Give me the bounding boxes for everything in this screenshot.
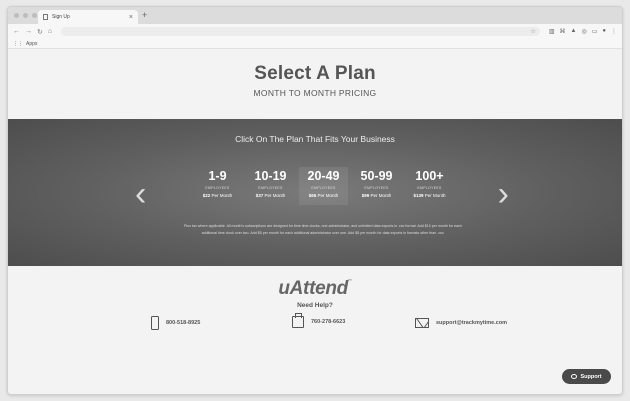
support-email: support@trackmytime.com [436, 320, 508, 326]
plan-list: 1-9 EMPLOYEES $22 Per Month 10-19 EMPLOY… [193, 167, 454, 205]
plan-price: $65 Per Month [308, 193, 339, 198]
plan-card-50-99[interactable]: 50-99 EMPLOYEES $99 Per Month [352, 167, 401, 205]
plan-card-20-49[interactable]: 20-49 EMPLOYEES $65 Per Month [299, 167, 348, 205]
extension-icon[interactable]: ▭ [592, 28, 598, 35]
browser-window: Sign Up × + ← → ↻ ⌂ ☆ ▥ ⌘ ▲ ◎ ▭ ● ⋮ ⋮⋮ A… [7, 6, 623, 395]
extension-icon[interactable]: ◎ [581, 28, 586, 35]
window-controls [14, 13, 37, 18]
tab-close-icon[interactable]: × [129, 14, 133, 21]
plan-range: 50-99 [360, 169, 393, 183]
tab-bar: Sign Up × + [8, 7, 622, 24]
hero-section: Select A Plan MONTH TO MONTH PRICING [8, 49, 622, 119]
plan-range: 1-9 [208, 169, 227, 183]
reload-icon[interactable]: ↻ [37, 28, 43, 36]
next-arrow-icon[interactable]: › [498, 177, 509, 211]
envelope-icon [415, 318, 429, 328]
contact-phone[interactable]: 800-518-8925 [151, 316, 200, 330]
close-window-dot[interactable] [14, 13, 19, 18]
page-subtitle: MONTH TO MONTH PRICING [253, 88, 377, 98]
contact-row: 800-518-8925 760-278-6623 support@trackm… [8, 313, 622, 336]
new-tab-button[interactable]: + [142, 11, 147, 20]
page-content: Select A Plan MONTH TO MONTH PRICING Cli… [8, 49, 622, 394]
phone-icon [151, 316, 159, 330]
tab-title: Sign Up [52, 14, 70, 20]
previous-arrow-icon[interactable]: ‹ [135, 177, 146, 211]
page-icon [43, 14, 48, 20]
maximize-window-dot[interactable] [32, 13, 37, 18]
plan-employees-label: EMPLOYEES [417, 186, 442, 190]
contact-email[interactable]: support@trackmytime.com [415, 318, 507, 328]
phone-number: 800-518-8925 [166, 320, 201, 326]
apps-grid-icon: ⋮⋮ [13, 40, 23, 47]
plan-price: $37 Per Month [255, 193, 286, 198]
minimize-window-dot[interactable] [23, 13, 28, 18]
plan-card-10-19[interactable]: 10-19 EMPLOYEES $37 Per Month [246, 167, 295, 205]
page-title: Select A Plan [254, 63, 376, 84]
plans-band: Click On The Plan That Fits Your Busines… [8, 119, 622, 266]
plan-employees-label: EMPLOYEES [258, 186, 283, 190]
plan-card-1-9[interactable]: 1-9 EMPLOYEES $22 Per Month [193, 167, 242, 205]
plan-employees-label: EMPLOYEES [205, 186, 230, 190]
fax-icon [292, 313, 304, 328]
support-button[interactable]: Support [562, 369, 611, 384]
extension-icon[interactable]: ▲ [571, 28, 577, 35]
extension-icon[interactable]: ⌘ [560, 28, 566, 35]
need-help-heading: Need Help? [297, 302, 333, 309]
profile-icon[interactable]: ● [602, 28, 606, 35]
fax-number: 760-278-6623 [311, 319, 346, 325]
plan-price: $139 Per Month [413, 193, 446, 198]
plan-card-100-plus[interactable]: 100+ EMPLOYEES $139 Per Month [405, 167, 454, 205]
plans-prompt: Click On The Plan That Fits Your Busines… [235, 134, 395, 144]
back-icon[interactable]: ← [13, 28, 20, 35]
bookmark-star-icon[interactable]: ☆ [530, 28, 535, 35]
bookmark-apps[interactable]: Apps [26, 41, 37, 47]
bookmarks-bar: ⋮⋮ Apps [8, 39, 622, 49]
plan-price: $99 Per Month [361, 193, 392, 198]
menu-icon[interactable]: ⋮ [611, 28, 617, 35]
forward-icon[interactable]: → [25, 28, 32, 35]
contact-footer: uAttend™ Need Help? 800-518-8925 760-278… [8, 266, 622, 394]
extension-icon[interactable]: ▥ [549, 28, 555, 35]
extension-icons: ▥ ⌘ ▲ ◎ ▭ ● ⋮ [549, 28, 617, 35]
plan-range: 100+ [415, 169, 444, 183]
home-icon[interactable]: ⌂ [48, 28, 52, 35]
browser-toolbar: ← → ↻ ⌂ ☆ ▥ ⌘ ▲ ◎ ▭ ● ⋮ [8, 24, 622, 39]
plan-employees-label: EMPLOYEES [364, 186, 389, 190]
plan-range: 10-19 [254, 169, 287, 183]
tab-sign-up[interactable]: Sign Up × [38, 10, 138, 24]
pricing-fine-print: Plus tax where applicable. All month's s… [184, 224, 462, 235]
uattend-logo: uAttend™ [278, 278, 352, 299]
address-bar[interactable]: ☆ [61, 27, 540, 36]
plan-range: 20-49 [307, 169, 340, 183]
support-label: Support [580, 373, 602, 380]
chat-bubble-icon [571, 374, 578, 379]
plan-price: $22 Per Month [202, 193, 233, 198]
contact-fax[interactable]: 760-278-6623 [292, 313, 346, 328]
plan-employees-label: EMPLOYEES [311, 186, 336, 190]
